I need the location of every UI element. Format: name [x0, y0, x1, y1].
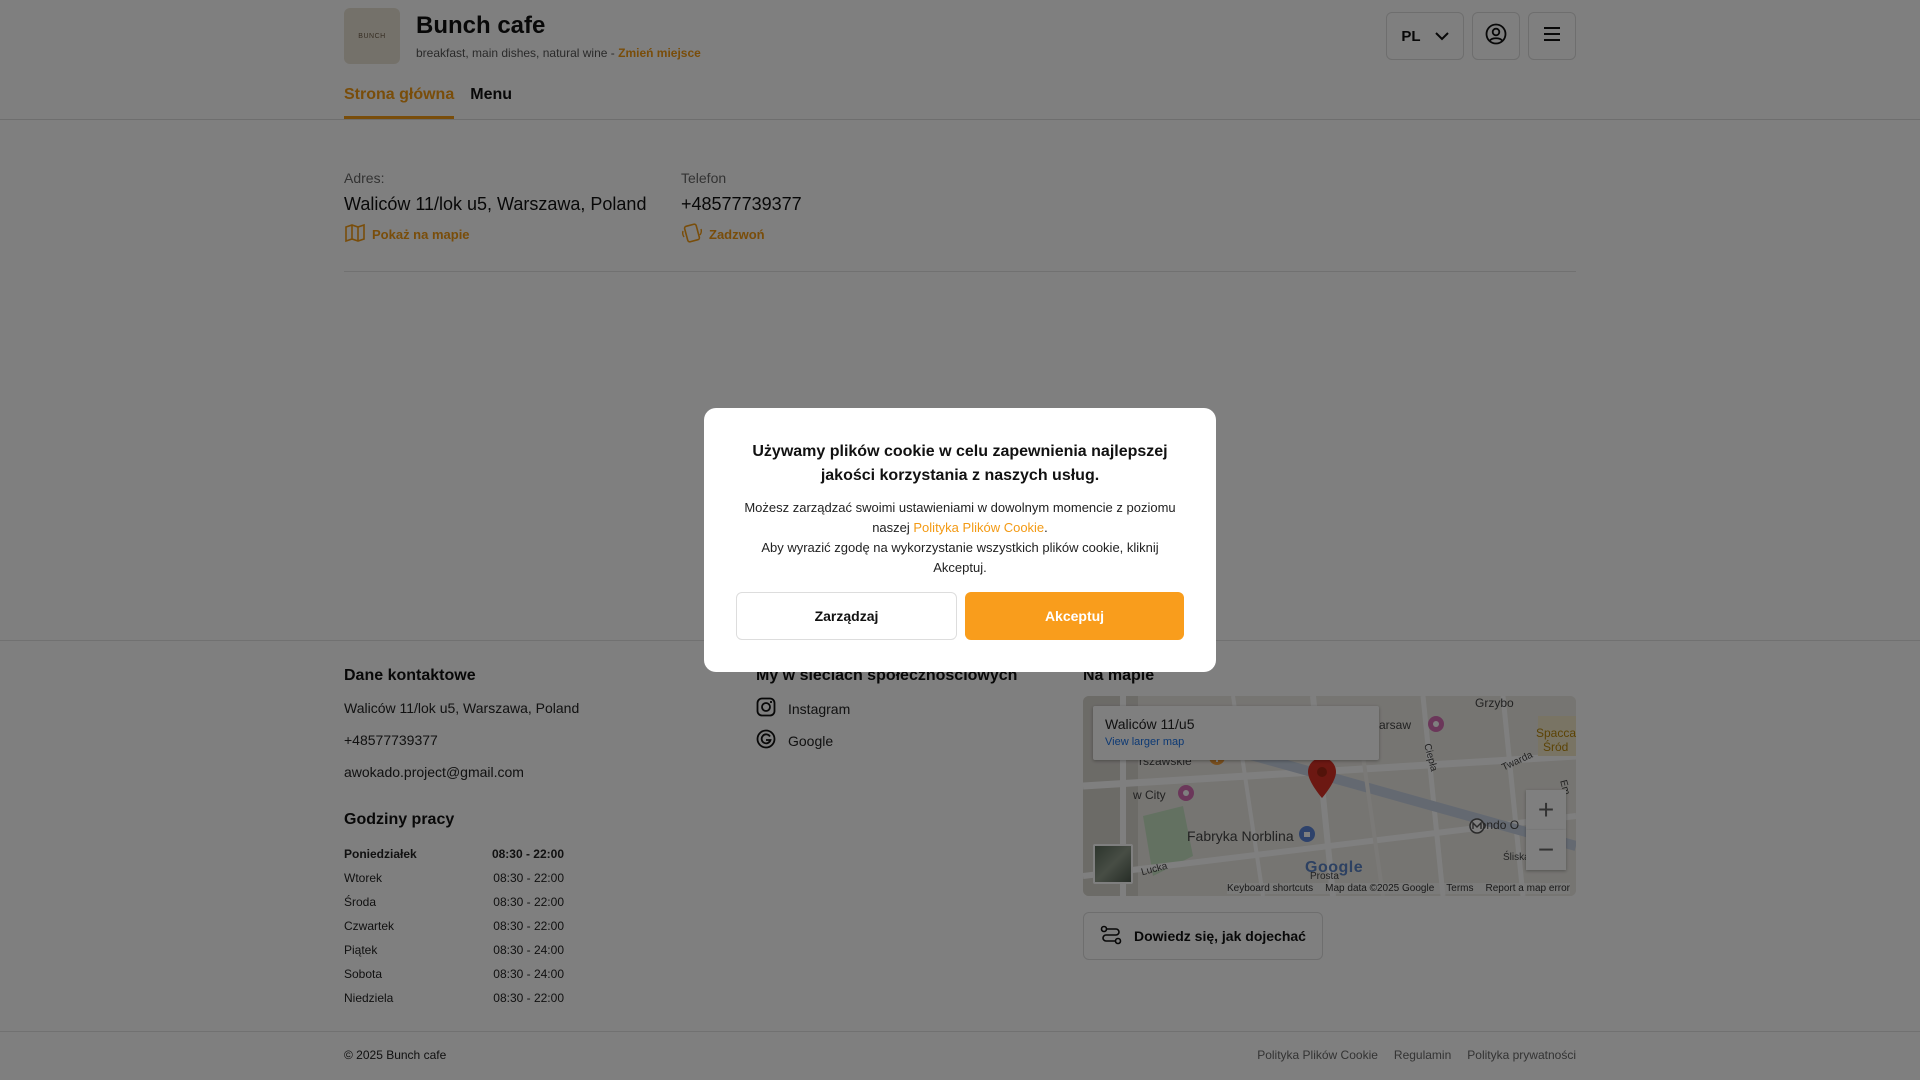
- cookie-text-consent: Aby wyrazić zgodę na wykorzystanie wszys…: [761, 540, 1159, 575]
- page: BUNCH Bunch cafe breakfast, main dishes,…: [0, 0, 1920, 1080]
- cookie-consent-dialog: Używamy plików cookie w celu zapewnienia…: [704, 408, 1216, 672]
- accept-cookies-button[interactable]: Akceptuj: [965, 592, 1184, 640]
- manage-cookies-button[interactable]: Zarządzaj: [736, 592, 957, 640]
- cookie-text: Możesz zarządzać swoimi ustawieniami w d…: [736, 498, 1184, 578]
- cookie-policy-link-modal[interactable]: Polityka Plików Cookie: [913, 520, 1044, 535]
- cookie-buttons: Zarządzaj Akceptuj: [736, 592, 1184, 640]
- cookie-title: Używamy plików cookie w celu zapewnienia…: [752, 443, 1168, 484]
- cookie-text-after: .: [1044, 520, 1048, 535]
